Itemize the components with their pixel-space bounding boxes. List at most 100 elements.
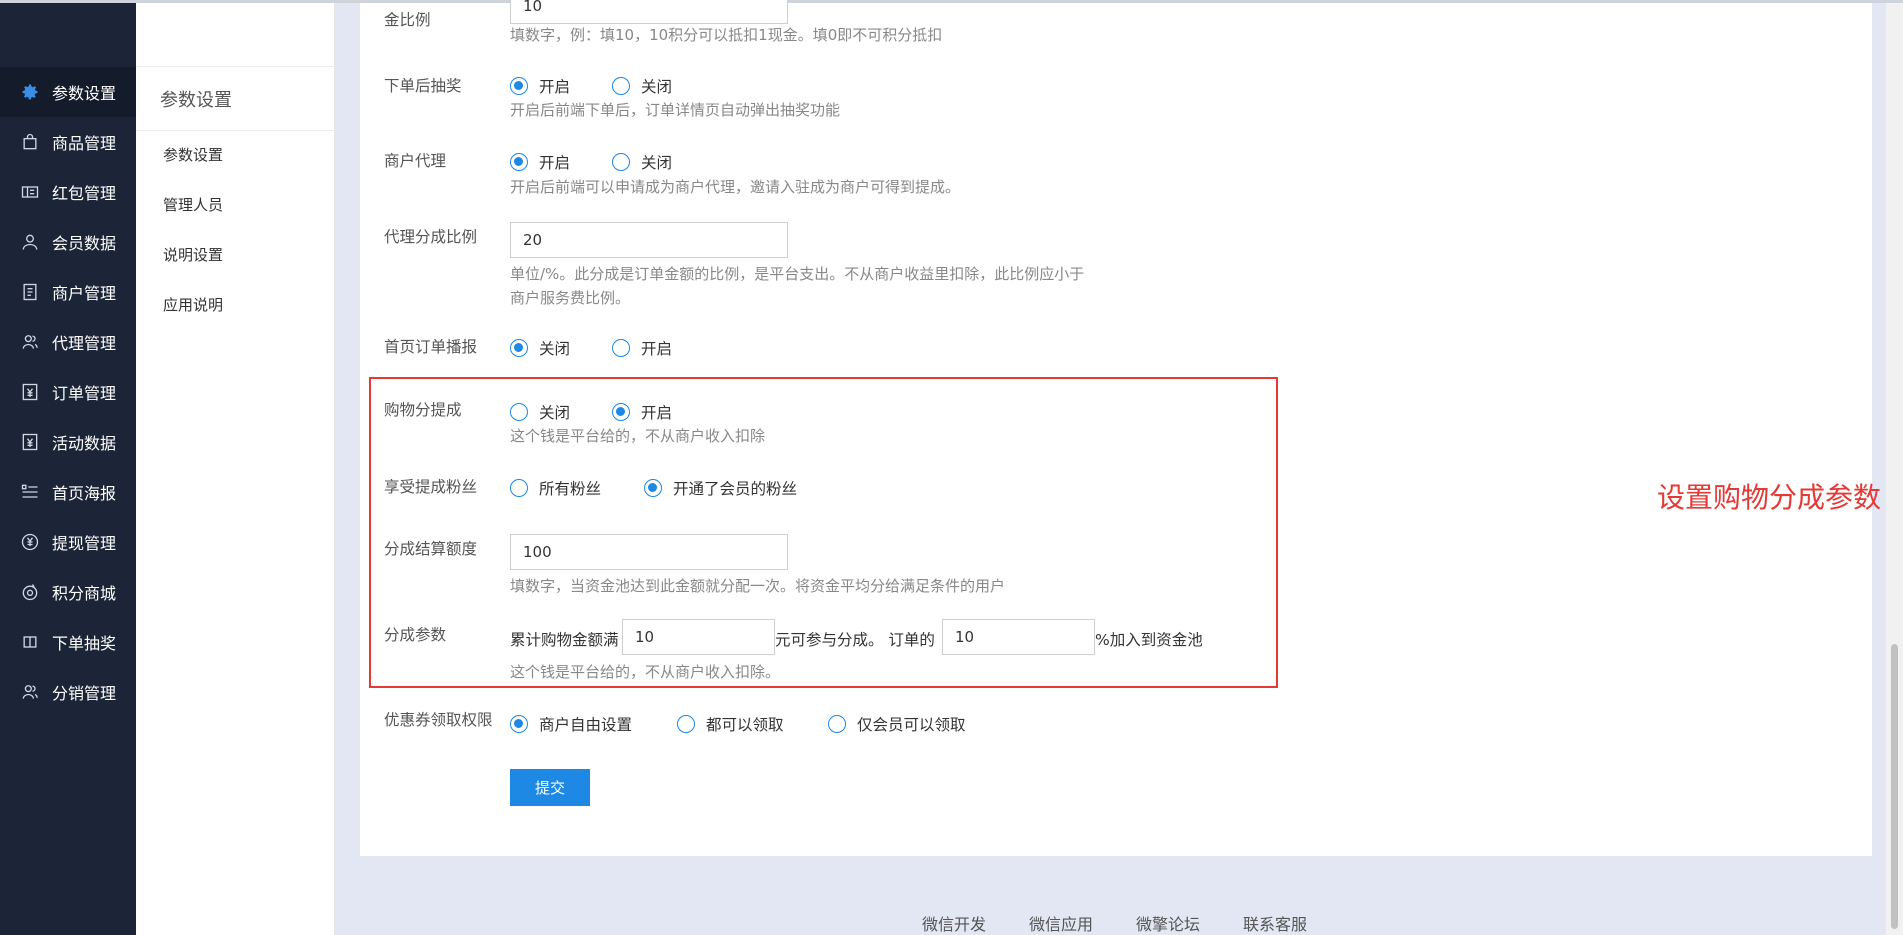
ratio-label: 金比例 (384, 11, 431, 29)
radio-unchecked-icon (510, 403, 528, 421)
params-prefix: 累计购物金额满 (510, 631, 619, 649)
ratio-help: 填数字，例：填10，10积分可以抵扣1现金。填0即不可积分抵扣 (510, 26, 943, 44)
footer-link-wechat-dev[interactable]: 微信开发 (922, 911, 986, 935)
ticket-icon (19, 181, 41, 203)
shop-commission-label: 购物分提成 (384, 401, 462, 419)
scrollbar-thumb[interactable] (1891, 644, 1898, 929)
sidebar-item-label: 代理管理 (52, 334, 117, 353)
settings-form: 金比例 填数字，例：填10，10积分可以抵扣1现金。填0即不可积分抵扣 下单后抽… (360, 0, 1881, 856)
radio-label: 所有粉丝 (539, 480, 602, 498)
sidebar-item-redpacket[interactable]: 红包管理 (0, 167, 136, 217)
settle-help: 填数字，当资金池达到此金额就分配一次。将资金平均分给满足条件的用户 (510, 577, 1006, 595)
document-icon (19, 281, 41, 303)
settle-input[interactable] (510, 534, 788, 570)
sidebar-item-label: 订单管理 (52, 384, 117, 403)
radio-unchecked-icon (677, 715, 695, 733)
lottery-off-radio[interactable]: 关闭 (612, 75, 672, 97)
params-middle: 元可参与分成。 订单的 (775, 631, 935, 649)
sidebar-item-label: 会员数据 (52, 234, 117, 253)
shop-commission-off-radio[interactable]: 关闭 (510, 401, 570, 423)
sidebar-item-label: 红包管理 (52, 184, 117, 203)
sidebar-item-params[interactable]: 参数设置 (0, 67, 136, 117)
sidebar-item-products[interactable]: 商品管理 (0, 117, 136, 167)
sidebar-item-withdraw[interactable]: 提现管理 (0, 517, 136, 567)
radio-checked-icon (510, 715, 528, 733)
radio-label: 关闭 (539, 340, 571, 358)
sidebar-item-distribution[interactable]: 分销管理 (0, 667, 136, 717)
params-suffix: %加入到资金池 (1095, 631, 1203, 649)
params-amount-input[interactable] (622, 619, 775, 655)
settle-label: 分成结算额度 (384, 540, 478, 558)
users-icon (19, 681, 41, 703)
radio-unchecked-icon (612, 339, 630, 357)
agent-ratio-label: 代理分成比例 (384, 228, 478, 246)
radio-label: 都可以领取 (706, 716, 784, 734)
footer-link-support[interactable]: 联系客服 (1243, 911, 1307, 935)
coupon-label: 优惠券领取权限 (384, 711, 493, 729)
bag-icon (19, 131, 41, 153)
sidebar-item-label: 分销管理 (52, 684, 117, 703)
sidebar-item-label: 活动数据 (52, 434, 117, 453)
yen-receipt-icon (19, 381, 41, 403)
radio-label: 开通了会员的粉丝 (673, 480, 798, 498)
subnav-item-admins[interactable]: 管理人员 (163, 194, 223, 215)
fans-all-radio[interactable]: 所有粉丝 (510, 477, 601, 499)
radio-label: 仅会员可以领取 (857, 716, 966, 734)
main-sidebar: 参数设置 商品管理 红包管理 会员数据 商户管理 代理管理 订单管理 活动数据 … (0, 3, 136, 935)
radio-unchecked-icon (828, 715, 846, 733)
coin-icon (19, 581, 41, 603)
radio-checked-icon (612, 403, 630, 421)
subnav-item-params[interactable]: 参数设置 (163, 144, 223, 165)
list-icon (19, 481, 41, 503)
lottery-help: 开启后前端下单后，订单详情页自动弹出抽奖功能 (510, 101, 841, 119)
radio-unchecked-icon (510, 479, 528, 497)
footer-link-forum[interactable]: 微擎论坛 (1136, 911, 1200, 935)
shop-commission-help: 这个钱是平台给的，不从商户收入扣除 (510, 427, 766, 445)
ratio-input[interactable] (510, 0, 788, 24)
subnav-title: 参数设置 (136, 66, 335, 131)
agent-ratio-input[interactable] (510, 222, 788, 258)
radio-checked-icon (510, 339, 528, 357)
broadcast-label: 首页订单播报 (384, 338, 478, 356)
radio-unchecked-icon (612, 77, 630, 95)
agent-ratio-help-line2: 商户服务费比例。 (510, 289, 631, 307)
sidebar-item-members[interactable]: 会员数据 (0, 217, 136, 267)
params-label: 分成参数 (384, 626, 447, 644)
radio-label: 开启 (641, 404, 673, 422)
sidebar-item-label: 积分商城 (52, 584, 117, 603)
broadcast-on-radio[interactable]: 开启 (612, 337, 672, 359)
sidebar-item-label: 首页海报 (52, 484, 117, 503)
radio-label: 开启 (641, 340, 673, 358)
radio-label: 关闭 (539, 404, 571, 422)
sidebar-item-orders[interactable]: 订单管理 (0, 367, 136, 417)
sidebar-item-posters[interactable]: 首页海报 (0, 467, 136, 517)
radio-label: 关闭 (641, 154, 673, 172)
sidebar-item-merchants[interactable]: 商户管理 (0, 267, 136, 317)
subnav-item-description[interactable]: 说明设置 (163, 244, 223, 265)
radio-checked-icon (510, 153, 528, 171)
lottery-on-radio[interactable]: 开启 (510, 75, 570, 97)
sidebar-item-label: 参数设置 (52, 84, 117, 103)
broadcast-off-radio[interactable]: 关闭 (510, 337, 570, 359)
sidebar-item-order-lottery[interactable]: 下单抽奖 (0, 617, 136, 667)
coupon-members-radio[interactable]: 仅会员可以领取 (828, 713, 966, 735)
subnav-item-app-info[interactable]: 应用说明 (163, 294, 223, 315)
lottery-label: 下单后抽奖 (384, 77, 462, 95)
sidebar-item-activity[interactable]: 活动数据 (0, 417, 136, 467)
agent-on-radio[interactable]: 开启 (510, 151, 570, 173)
coupon-all-radio[interactable]: 都可以领取 (677, 713, 784, 735)
sidebar-item-points-mall[interactable]: 积分商城 (0, 567, 136, 617)
sidebar-item-label: 提现管理 (52, 534, 117, 553)
footer-link-wechat-apps[interactable]: 微信应用 (1029, 911, 1093, 935)
book-icon (19, 631, 41, 653)
sidebar-item-agents[interactable]: 代理管理 (0, 317, 136, 367)
fans-members-radio[interactable]: 开通了会员的粉丝 (644, 477, 797, 499)
radio-checked-icon (510, 77, 528, 95)
submit-button[interactable]: 提交 (510, 769, 590, 806)
params-percent-input[interactable] (942, 619, 1095, 655)
agent-off-radio[interactable]: 关闭 (612, 151, 672, 173)
shop-commission-on-radio[interactable]: 开启 (612, 401, 672, 423)
radio-label: 关闭 (641, 78, 673, 96)
coupon-merchant-radio[interactable]: 商户自由设置 (510, 713, 632, 735)
agent-ratio-help-line1: 单位/%。此分成是订单金额的比例，是平台支出。不从商户收益里扣除，此比例应小于 (510, 265, 1085, 283)
